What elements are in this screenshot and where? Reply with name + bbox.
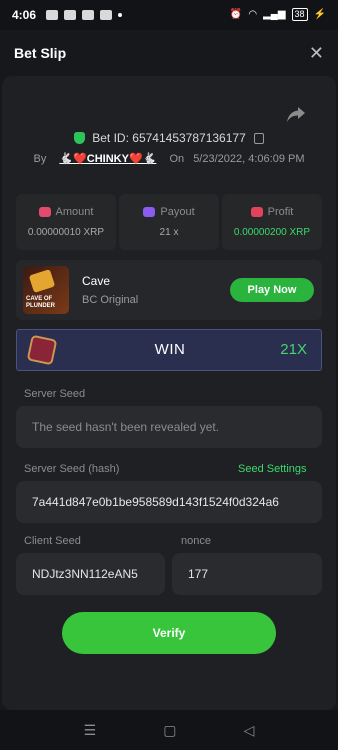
client-seed-label: Client Seed bbox=[24, 535, 81, 547]
bet-id-label: Bet ID: bbox=[92, 131, 129, 145]
system-nav-bar: ☰ ▢ ◁ bbox=[0, 710, 338, 750]
stat-amount: Amount 0.00000010 XRP bbox=[16, 194, 116, 250]
client-seed-field[interactable]: NDJtz3NN112eAN5 bbox=[16, 553, 165, 595]
game-name: Cave bbox=[82, 274, 111, 288]
on-label: On bbox=[169, 153, 185, 165]
stat-value: 0.00000010 XRP bbox=[27, 227, 105, 238]
profit-icon bbox=[250, 207, 263, 217]
close-icon[interactable]: ✕ bbox=[309, 43, 324, 64]
battery-icon: 38 bbox=[291, 8, 308, 21]
treasure-icon bbox=[28, 269, 56, 293]
result-banner: WIN 21X bbox=[16, 329, 322, 371]
stat-payout: Payout 21 x bbox=[119, 194, 219, 250]
nonce-label: nonce bbox=[181, 535, 211, 547]
bet-id-row: Bet ID: 65741453787136177 bbox=[0, 131, 338, 145]
stat-value: 21 x bbox=[159, 227, 179, 238]
client-seed-value: NDJtz3NN112eAN5 bbox=[32, 567, 138, 581]
bet-datetime: 5/23/2022, 4:06:09 PM bbox=[193, 153, 305, 165]
play-now-button[interactable]: Play Now bbox=[230, 278, 314, 302]
server-seed-hash-label: Server Seed (hash) bbox=[24, 463, 120, 475]
server-seed-hash-value: 7a441d847e0b1be958589d143f1524f0d324a6 bbox=[32, 495, 279, 509]
back-icon[interactable]: ◁ bbox=[244, 722, 255, 739]
shield-icon bbox=[73, 132, 85, 144]
thumbnail-text: CAVE OF PLUNDER bbox=[26, 296, 56, 309]
game-subtitle: BC Original bbox=[82, 294, 139, 306]
signal-icon: ▂▄▆ bbox=[263, 9, 286, 20]
recent-apps-icon[interactable]: ☰ bbox=[84, 722, 97, 739]
bet-byline: By 🐇❤️CHINKY❤️🐇 On 5/23/2022, 4:06:09 PM bbox=[0, 152, 338, 165]
alarm-icon: ⏰ bbox=[229, 9, 243, 20]
server-seed-label: Server Seed bbox=[24, 388, 86, 400]
result-multiplier: 21X bbox=[280, 341, 307, 358]
coins-icon bbox=[38, 207, 51, 217]
game-thumbnail: CAVE OF PLUNDER bbox=[23, 266, 69, 314]
game-card: CAVE OF PLUNDER Cave BC Original Play No… bbox=[16, 260, 322, 320]
page-title: Bet Slip bbox=[14, 45, 67, 61]
result-label: WIN bbox=[154, 341, 186, 358]
share-icon[interactable] bbox=[286, 106, 306, 124]
status-time: 4:06 bbox=[12, 8, 37, 22]
nonce-field[interactable]: 177 bbox=[172, 553, 322, 595]
app-notification-icon bbox=[46, 10, 59, 20]
app-notification-icon bbox=[100, 10, 113, 20]
app-notification-icon bbox=[64, 10, 77, 20]
wallet-icon bbox=[143, 207, 156, 217]
stat-label: Payout bbox=[160, 206, 195, 218]
seed-settings-link[interactable]: Seed Settings bbox=[238, 463, 307, 475]
notification-icons bbox=[46, 10, 123, 20]
nonce-value: 177 bbox=[188, 567, 209, 581]
verify-button[interactable]: Verify bbox=[62, 612, 276, 654]
status-bar: 4:06 ⏰ ◠ ▂▄▆ 38 ⚡ bbox=[0, 0, 338, 30]
stat-label: Amount bbox=[55, 206, 94, 218]
system-icons: ⏰ ◠ ▂▄▆ 38 ⚡ bbox=[230, 8, 326, 21]
messenger-icon bbox=[82, 10, 95, 20]
username-link[interactable]: 🐇❤️CHINKY❤️🐇 bbox=[59, 153, 156, 165]
bet-id-value: 65741453787136177 bbox=[132, 131, 246, 145]
copy-icon[interactable] bbox=[254, 133, 265, 144]
wifi-icon: ◠ bbox=[248, 9, 258, 20]
charging-icon: ⚡ bbox=[313, 9, 326, 20]
more-notifications-icon bbox=[118, 13, 123, 17]
stat-label: Profit bbox=[267, 206, 294, 218]
server-seed-field[interactable] bbox=[16, 406, 322, 448]
home-icon[interactable]: ▢ bbox=[163, 722, 176, 739]
server-seed-hash-field[interactable]: 7a441d847e0b1be958589d143f1524f0d324a6 bbox=[16, 481, 322, 523]
by-label: By bbox=[33, 153, 47, 165]
stat-profit: Profit 0.00000200 XRP bbox=[222, 194, 322, 250]
stat-value: 0.00000200 XRP bbox=[233, 227, 311, 238]
header: Bet Slip ✕ bbox=[0, 30, 338, 76]
server-seed-input[interactable] bbox=[32, 420, 322, 434]
